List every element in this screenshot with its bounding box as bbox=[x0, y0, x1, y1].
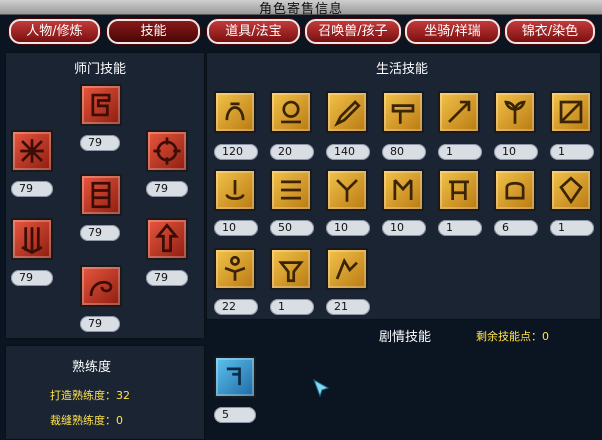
life-skill-13-icon[interactable] bbox=[494, 169, 536, 211]
life-skill-2-level: 20 bbox=[270, 144, 314, 160]
life-skill-17-level: 21 bbox=[326, 299, 370, 315]
tab-mounts[interactable]: 坐骑/祥瑞 bbox=[405, 19, 500, 44]
proficiency-title: 熟练度 bbox=[72, 360, 112, 375]
window-titlebar: 角色寄售信息 bbox=[0, 0, 602, 17]
school-skill-7-level: 79 bbox=[80, 316, 120, 332]
story-skill-1-level: 5 bbox=[214, 407, 256, 423]
remaining-points-value: 0 bbox=[542, 330, 549, 343]
life-skill-9-icon[interactable] bbox=[270, 169, 312, 211]
life-skill-14-level: 1 bbox=[550, 220, 594, 236]
story-skill-1-icon[interactable] bbox=[214, 356, 256, 398]
tailoring-proficiency-value: 0 bbox=[116, 414, 123, 427]
school-skill-1-icon[interactable] bbox=[80, 84, 122, 126]
school-skill-2-icon[interactable] bbox=[11, 130, 53, 172]
life-skill-12-level: 1 bbox=[438, 220, 482, 236]
life-skill-13-level: 6 bbox=[494, 220, 538, 236]
remaining-points-label: 剩余技能点： bbox=[476, 330, 542, 343]
school-skill-1-level: 79 bbox=[80, 135, 120, 151]
life-skill-17-icon[interactable] bbox=[326, 248, 368, 290]
life-skill-11-level: 10 bbox=[382, 220, 426, 236]
life-skill-2-icon[interactable] bbox=[270, 91, 312, 133]
life-skill-6-icon[interactable] bbox=[494, 91, 536, 133]
school-skill-3-icon[interactable] bbox=[146, 130, 188, 172]
life-skill-1-icon[interactable] bbox=[214, 91, 256, 133]
life-skill-4-icon[interactable] bbox=[382, 91, 424, 133]
forging-proficiency: 打造熟练度：32 bbox=[50, 387, 130, 403]
life-skill-7-icon[interactable] bbox=[550, 91, 592, 133]
tab-character[interactable]: 人物/修炼 bbox=[9, 19, 100, 44]
life-skills-title: 生活技能 bbox=[376, 62, 429, 77]
life-skill-14-icon[interactable] bbox=[550, 169, 592, 211]
life-skill-5-level: 1 bbox=[438, 144, 482, 160]
tab-bar: 人物/修炼 技能 道具/法宝 召唤兽/孩子 坐骑/祥瑞 锦衣/染色 bbox=[0, 17, 602, 47]
life-skill-15-icon[interactable] bbox=[214, 248, 256, 290]
school-skill-4-level: 79 bbox=[80, 225, 120, 241]
remaining-points: 剩余技能点：0 bbox=[476, 328, 549, 344]
life-skill-11-icon[interactable] bbox=[382, 169, 424, 211]
school-skill-2-level: 79 bbox=[11, 181, 53, 197]
tab-pets[interactable]: 召唤兽/孩子 bbox=[305, 19, 401, 44]
life-skill-7-level: 1 bbox=[550, 144, 594, 160]
mouse-cursor-icon bbox=[312, 378, 332, 402]
life-skill-10-icon[interactable] bbox=[326, 169, 368, 211]
life-skill-4-level: 80 bbox=[382, 144, 426, 160]
school-skill-6-icon[interactable] bbox=[146, 218, 188, 260]
life-skill-15-level: 22 bbox=[214, 299, 258, 315]
life-skill-16-level: 1 bbox=[270, 299, 314, 315]
school-skill-5-icon[interactable] bbox=[11, 218, 53, 260]
school-skill-5-level: 79 bbox=[11, 270, 53, 286]
life-skill-3-icon[interactable] bbox=[326, 91, 368, 133]
life-skill-1-level: 120 bbox=[214, 144, 258, 160]
school-skill-6-level: 79 bbox=[146, 270, 188, 286]
school-skills-title: 师门技能 bbox=[74, 62, 127, 77]
life-skill-6-level: 10 bbox=[494, 144, 538, 160]
forging-proficiency-value: 32 bbox=[116, 389, 130, 402]
school-skill-4-icon[interactable] bbox=[80, 174, 122, 216]
life-skill-12-icon[interactable] bbox=[438, 169, 480, 211]
tailoring-proficiency: 裁缝熟练度：0 bbox=[50, 412, 123, 428]
forging-proficiency-label: 打造熟练度： bbox=[50, 389, 116, 402]
life-skill-5-icon[interactable] bbox=[438, 91, 480, 133]
tab-outfits[interactable]: 锦衣/染色 bbox=[505, 19, 595, 44]
life-skill-8-level: 10 bbox=[214, 220, 258, 236]
life-skill-8-icon[interactable] bbox=[214, 169, 256, 211]
school-skill-3-level: 79 bbox=[146, 181, 188, 197]
life-skill-16-icon[interactable] bbox=[270, 248, 312, 290]
life-skill-3-level: 140 bbox=[326, 144, 370, 160]
tailoring-proficiency-label: 裁缝熟练度： bbox=[50, 414, 116, 427]
window-title: 角色寄售信息 bbox=[258, 2, 343, 17]
tab-items[interactable]: 道具/法宝 bbox=[207, 19, 300, 44]
life-skill-9-level: 50 bbox=[270, 220, 314, 236]
story-skills-title: 剧情技能 bbox=[379, 330, 432, 345]
tab-skills[interactable]: 技能 bbox=[107, 19, 200, 44]
school-skill-7-icon[interactable] bbox=[80, 265, 122, 307]
life-skill-10-level: 10 bbox=[326, 220, 370, 236]
